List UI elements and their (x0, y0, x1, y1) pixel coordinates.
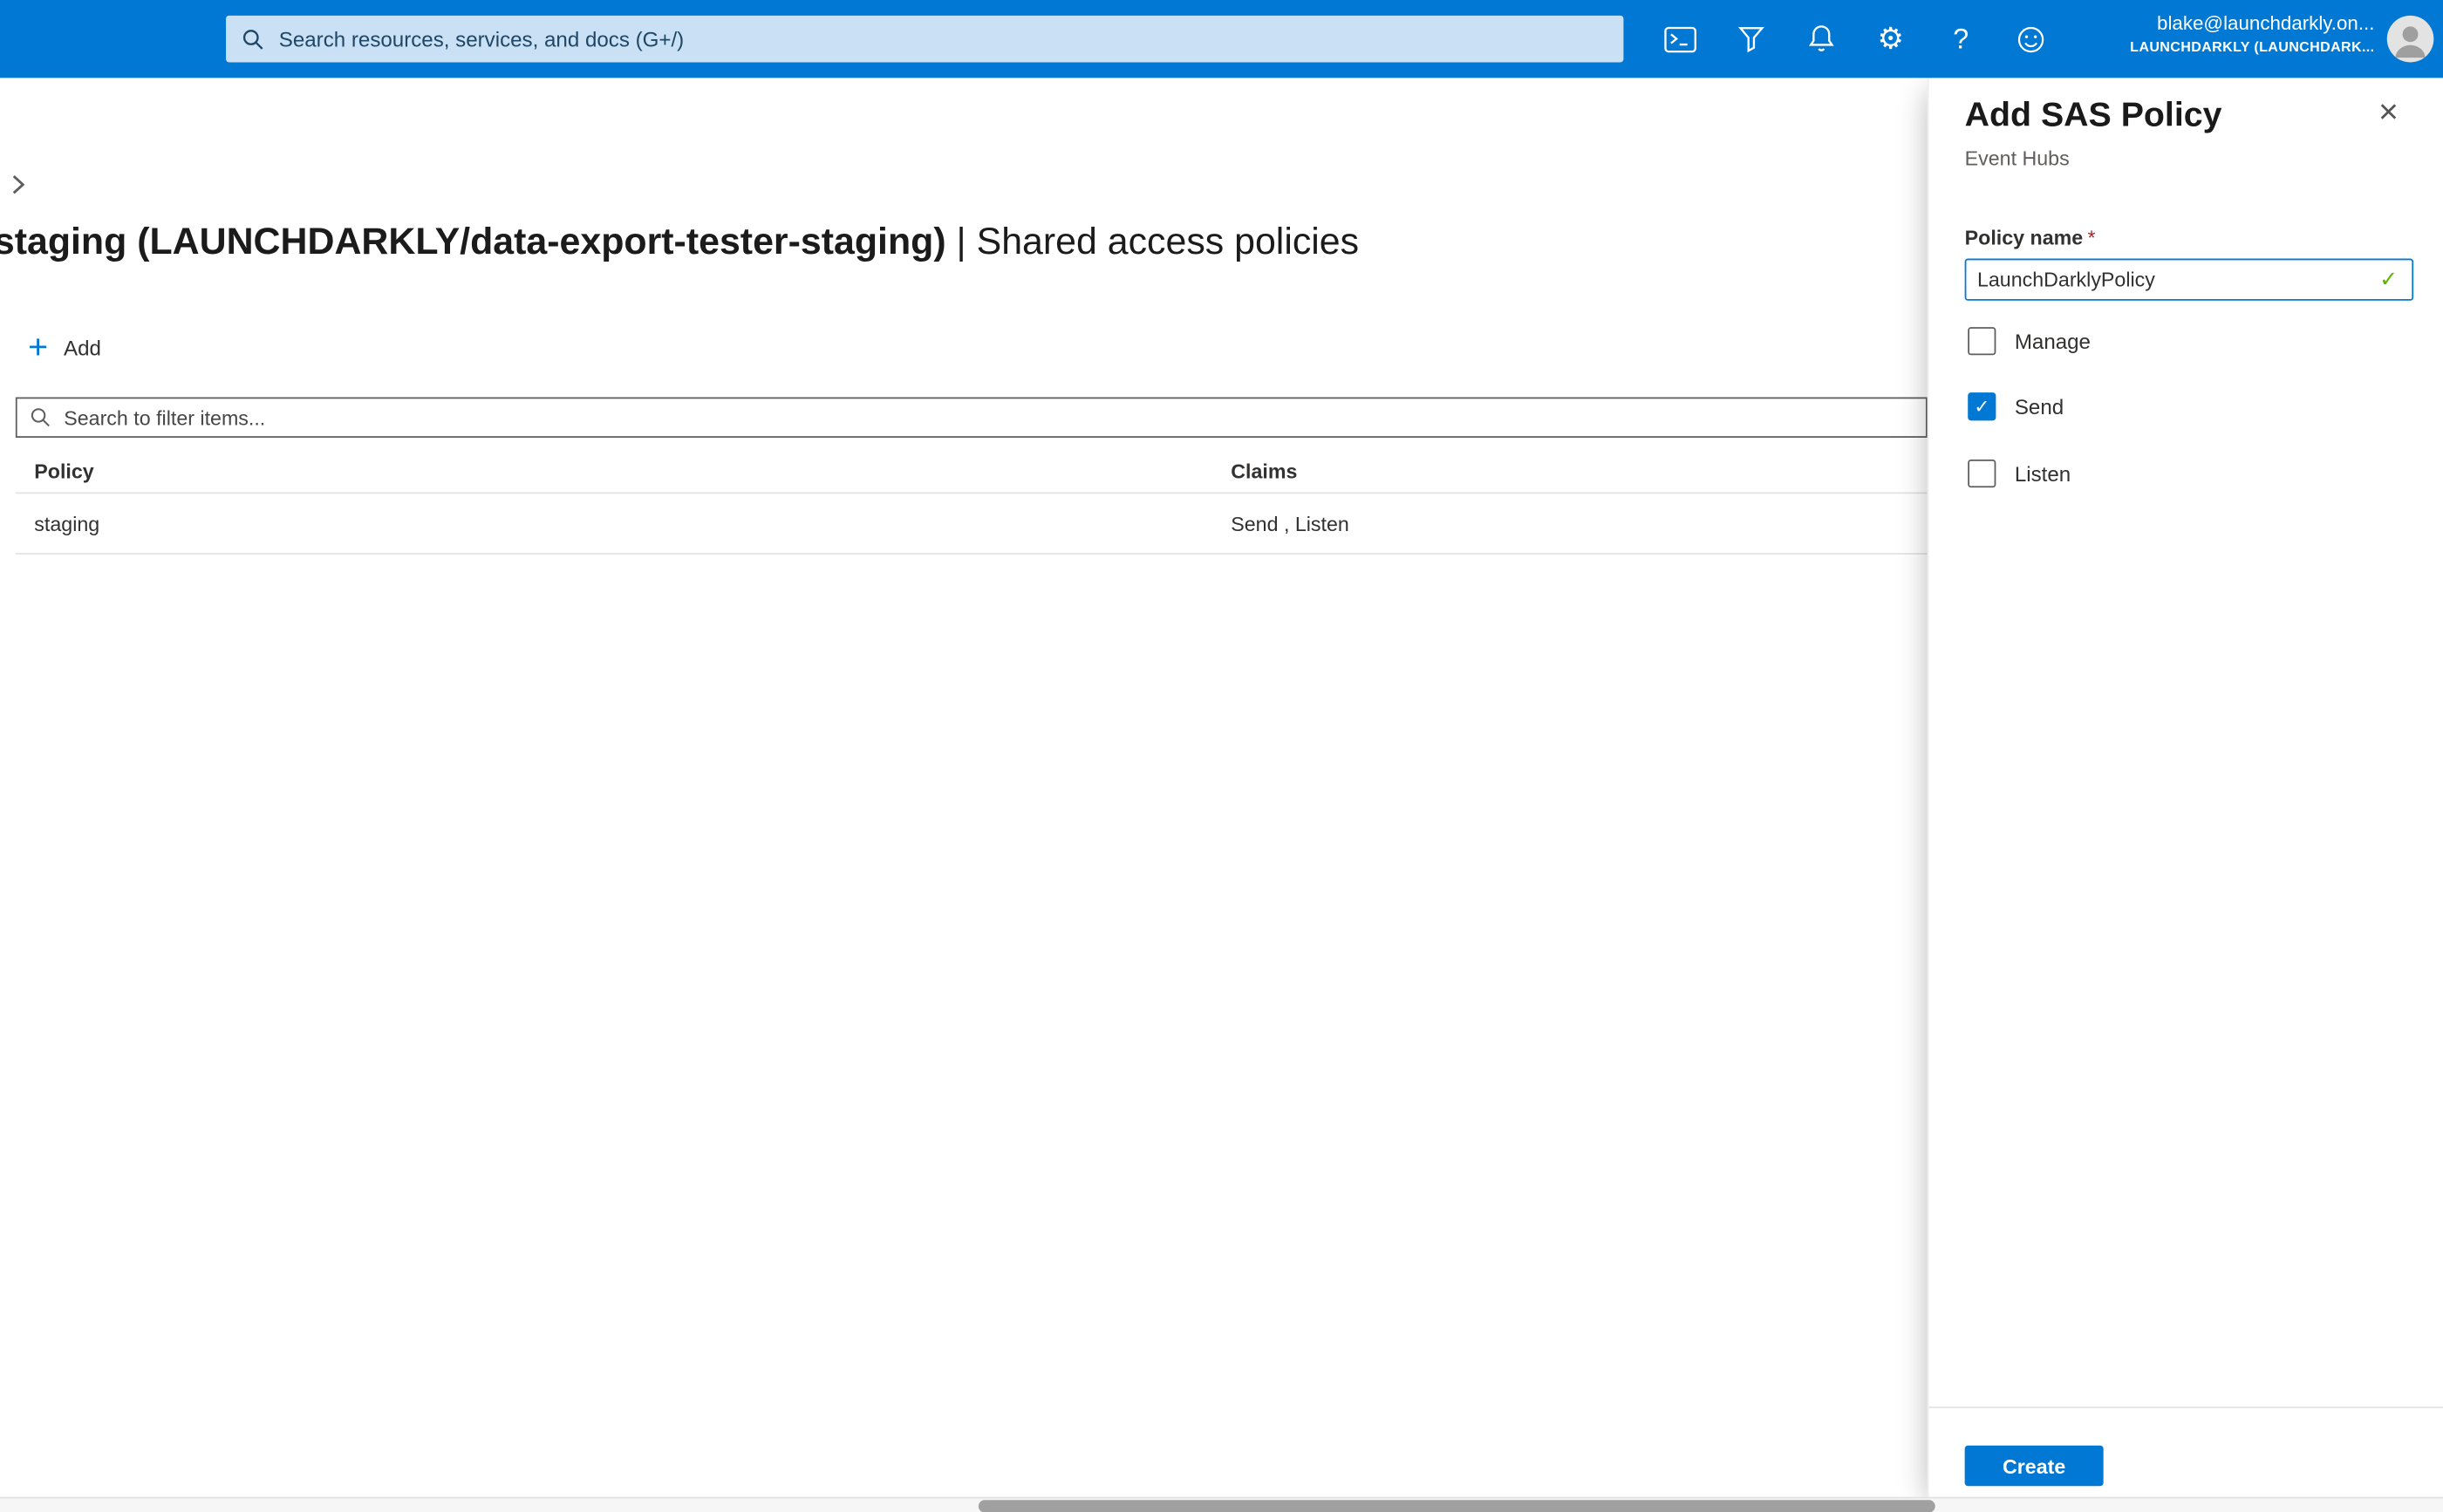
plus-icon: + (28, 330, 48, 364)
checkbox-send[interactable]: ✓ Send (1968, 392, 2064, 420)
filter-input[interactable] (64, 405, 1913, 429)
table-header-policy: Policy (16, 459, 1231, 482)
directory-filter-icon[interactable] (1716, 0, 1785, 78)
main-content: staging (LAUNCHDARKLY/data-export-tester… (0, 78, 1928, 1512)
global-search-box[interactable] (226, 16, 1623, 63)
policy-name-input[interactable] (1966, 268, 2379, 291)
checkbox-label: Manage (2015, 330, 2091, 353)
add-button[interactable]: + Add (28, 327, 101, 367)
help-icon[interactable]: ? (1926, 0, 1996, 78)
azure-topbar: ⚙ ? blake@launchdarkly.on... LAUNCHDARKL… (0, 0, 2443, 78)
notifications-bell-icon[interactable] (1785, 0, 1855, 78)
feedback-smiley-icon[interactable] (1996, 0, 2065, 78)
scrollbar-thumb[interactable] (979, 1500, 1935, 1512)
azure-portal-window: ⚙ ? blake@launchdarkly.on... LAUNCHDARKL… (0, 0, 2443, 1512)
topbar-icon-group: ⚙ ? (1645, 0, 2065, 78)
panel-title: Add SAS Policy (1965, 95, 2222, 135)
help-glyph: ? (1953, 25, 1969, 53)
filter-search-box[interactable] (16, 398, 1928, 438)
global-search-input[interactable] (279, 27, 1608, 51)
account-email: blake@launchdarkly.on... (2130, 11, 2374, 37)
settings-gear-icon[interactable]: ⚙ (1856, 0, 1926, 78)
checkbox-label: Listen (2015, 462, 2071, 486)
account-menu[interactable]: blake@launchdarkly.on... LAUNCHDARKLY (L… (2130, 11, 2374, 57)
page-title-blade: Shared access policies (977, 221, 1360, 263)
checkmark-icon: ✓ (1974, 396, 1989, 418)
horizontal-scrollbar[interactable] (0, 1497, 2443, 1512)
add-button-label: Add (64, 336, 101, 359)
close-icon[interactable]: × (2368, 92, 2408, 132)
policy-name-label-text: Policy name (1965, 226, 2084, 249)
add-sas-policy-panel: Add SAS Policy × Event Hubs Policy name*… (1928, 78, 2443, 1512)
panel-subtitle: Event Hubs (1965, 146, 2070, 170)
breadcrumb-chevron-icon[interactable] (10, 173, 27, 196)
policy-name-label: Policy name* (1965, 226, 2096, 249)
page-title: staging (LAUNCHDARKLY/data-export-tester… (0, 218, 1359, 268)
checkbox-box: ✓ (1968, 327, 1996, 355)
table-header-row: Policy Claims (16, 448, 1928, 494)
table-header-claims: Claims (1231, 459, 1928, 482)
claims-cell: Send , Listen (1231, 512, 1928, 535)
gear-glyph: ⚙ (1878, 24, 1904, 54)
policy-name-field: ✓ (1965, 259, 2413, 301)
required-asterisk: * (2088, 226, 2096, 249)
filter-search-icon (30, 406, 51, 428)
policy-cell: staging (16, 512, 1231, 535)
valid-check-icon: ✓ (2379, 266, 2398, 292)
checkbox-label: Send (2015, 395, 2064, 419)
policies-table: Policy Claims staging Send , Listen (16, 448, 1928, 554)
table-row[interactable]: staging Send , Listen (16, 494, 1928, 555)
checkbox-box: ✓ (1968, 460, 1996, 487)
page-title-resource: staging (LAUNCHDARKLY/data-export-tester… (0, 221, 946, 263)
account-directory: LAUNCHDARKLY (LAUNCHDARK... (2130, 37, 2374, 57)
search-icon (242, 27, 265, 51)
panel-footer-divider (1929, 1406, 2443, 1408)
avatar[interactable] (2387, 16, 2434, 63)
checkbox-box: ✓ (1968, 392, 1996, 420)
page-title-divider: | (946, 221, 977, 263)
cloud-shell-icon[interactable] (1645, 0, 1715, 78)
checkbox-listen[interactable]: ✓ Listen (1968, 460, 2071, 487)
checkbox-manage[interactable]: ✓ Manage (1968, 327, 2091, 355)
create-button[interactable]: Create (1965, 1446, 2104, 1486)
